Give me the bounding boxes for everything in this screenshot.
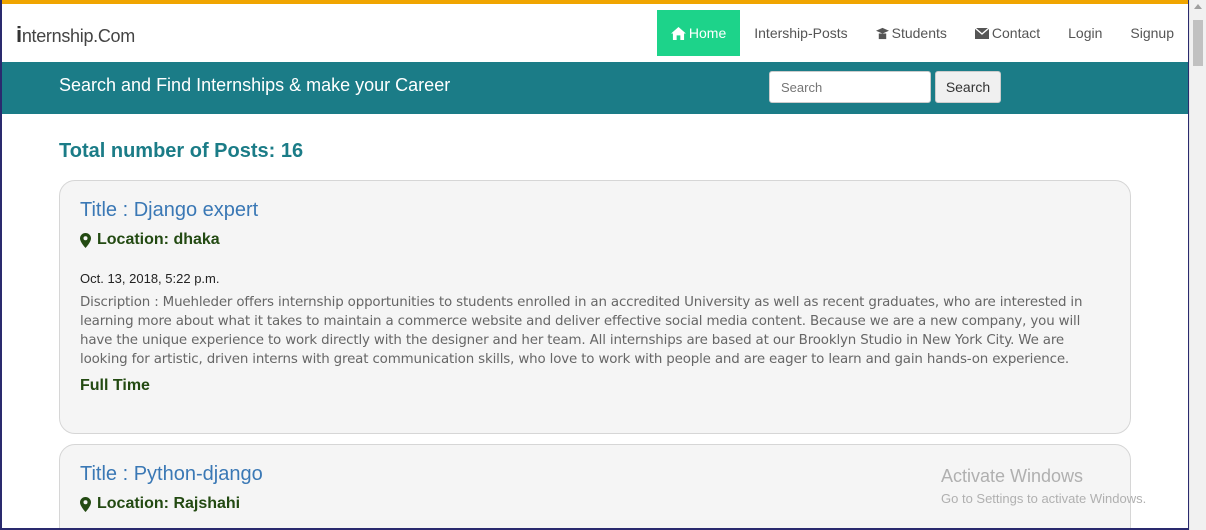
home-icon <box>670 26 686 40</box>
nav-students-label: Students <box>891 25 947 41</box>
vertical-scrollbar[interactable] <box>1189 0 1206 530</box>
post-date: Oct. 13, 2018, 5:22 p.m. <box>80 271 220 286</box>
browser-page: internship.Com Home Intership-Posts Stud… <box>2 0 1188 528</box>
post-card: Title : Django expert Location: dhaka Oc… <box>59 180 1131 434</box>
nav-home-label: Home <box>688 25 727 41</box>
map-marker-icon <box>80 496 91 512</box>
activate-windows-title: Activate Windows <box>941 466 1084 486</box>
nav-contact[interactable]: Contact <box>961 10 1054 56</box>
scroll-thumb[interactable] <box>1193 20 1203 66</box>
search-banner: Search and Find Internships & make your … <box>2 62 1188 114</box>
nav-signup[interactable]: Signup <box>1116 10 1188 56</box>
graduation-cap-icon <box>875 27 889 39</box>
banner-title: Search and Find Internships & make your … <box>59 75 451 95</box>
brand-logo[interactable]: internship.Com <box>16 22 135 48</box>
post-location: Location: Rajshahi <box>80 495 240 513</box>
scroll-up-arrow-icon[interactable] <box>1194 4 1202 9</box>
envelope-icon <box>974 27 989 39</box>
activate-windows-subtitle: Go to Settings to activate Windows. <box>941 491 1147 506</box>
nav-posts[interactable]: Intership-Posts <box>740 10 861 56</box>
nav-menu: Home Intership-Posts Students Contact Lo… <box>656 10 1188 56</box>
navbar: internship.Com Home Intership-Posts Stud… <box>2 4 1188 62</box>
nav-login-label: Login <box>1068 25 1103 41</box>
nav-contact-label: Contact <box>991 25 1041 41</box>
post-job-type: Full Time <box>80 377 150 394</box>
nav-signup-label: Signup <box>1130 25 1174 41</box>
nav-login[interactable]: Login <box>1054 10 1116 56</box>
post-title[interactable]: Title : Django expert <box>80 199 258 222</box>
nav-home[interactable]: Home <box>656 10 741 56</box>
post-location: Location: dhaka <box>80 231 220 249</box>
total-posts-count: Total number of Posts: 16 <box>59 140 304 162</box>
post-location-label: Location: dhaka <box>97 231 220 248</box>
brand-text: nternship.Com <box>21 26 135 46</box>
post-location-label: Location: Rajshahi <box>97 495 241 512</box>
post-description: Discription : Muehleder offers internshi… <box>80 295 1083 367</box>
nav-posts-label: Intership-Posts <box>754 25 848 41</box>
post-title[interactable]: Title : Python-django <box>80 463 263 486</box>
search-input[interactable] <box>769 71 931 103</box>
map-marker-icon <box>80 232 91 248</box>
search-button[interactable]: Search <box>935 71 1001 103</box>
nav-students[interactable]: Students <box>862 10 961 56</box>
